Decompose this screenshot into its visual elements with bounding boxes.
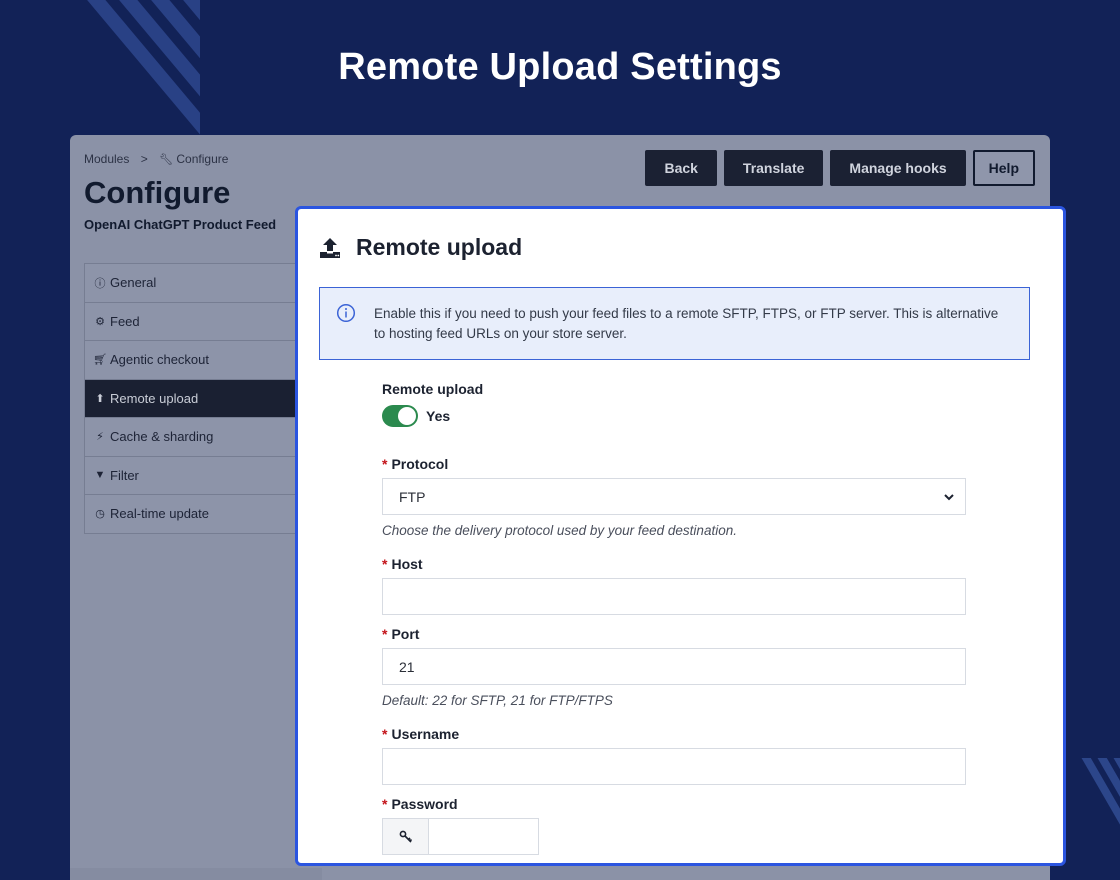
password-label: * Password [382, 796, 458, 812]
toolbar: Back Translate Manage hooks Help [645, 150, 1035, 186]
port-field: * Port 21 Default: 22 for SFTP, 21 for FT… [382, 626, 968, 708]
admin-subtitle: OpenAI ChatGPT Product Feed [84, 217, 277, 232]
translate-button[interactable]: Translate [723, 150, 824, 186]
nav-item-label: Agentic checkout [110, 352, 210, 368]
wrench-icon: 🔧︎ [159, 154, 174, 166]
nav-item-cache-sharding[interactable]: ⚡︎ Cache & sharding [84, 418, 296, 457]
username-input[interactable] [382, 748, 966, 785]
gears-icon: ⚙ [95, 315, 105, 328]
admin-title: Configure [84, 175, 231, 210]
help-button[interactable]: Help [972, 150, 1035, 186]
nav-item-agentic-checkout[interactable]: 🛒︎ Agentic checkout [84, 341, 296, 380]
host-field: * Host [382, 556, 968, 615]
nav-item-filter[interactable]: ▼︎ Filter [84, 456, 296, 495]
remote-upload-modal: Remote upload Enable this if you need to… [295, 206, 1066, 866]
password-addon [382, 818, 429, 855]
protocol-help: Choose the delivery protocol used by you… [382, 523, 737, 538]
breadcrumb-modules[interactable]: Modules [84, 152, 129, 166]
nav-item-general[interactable]: ⓘ General [84, 264, 296, 303]
nav-item-feed[interactable]: ⚙ Feed [84, 302, 296, 341]
manage-hooks-button[interactable]: Manage hooks [830, 150, 966, 186]
side-nav: ⓘ General ⚙ Feed 🛒︎ Agentic checkout ⬆︎ … [84, 263, 296, 534]
info-circle-icon: ⓘ [94, 277, 106, 290]
breadcrumb-separator: > [140, 152, 148, 166]
upload-icon: ⬆︎ [95, 392, 105, 405]
protocol-select-value: FTP [399, 488, 426, 505]
decorative-stripes-bottom-right [1064, 758, 1120, 848]
protocol-field: * Protocol FTP Choose the delivery protoc… [382, 456, 968, 538]
remote-upload-field: Remote upload Yes [382, 381, 968, 427]
port-help: Default: 22 for SFTP, 21 for FTP/FTPS [382, 693, 613, 708]
protocol-select[interactable]: FTP [382, 478, 966, 515]
page-title: Remote Upload Settings [338, 46, 782, 88]
protocol-label: * Protocol [382, 456, 449, 472]
nav-item-label: General [110, 275, 157, 291]
modal-header: Remote upload [318, 234, 522, 261]
key-icon [399, 830, 412, 843]
info-text: Enable this if you need to push your fee… [374, 306, 999, 341]
nav-item-label: Cache & sharding [110, 429, 214, 445]
cart-icon: 🛒︎ [93, 354, 107, 367]
host-input[interactable] [382, 578, 966, 615]
password-input-group [382, 818, 968, 855]
modal-title: Remote upload [356, 234, 523, 260]
nav-item-label: Remote upload [110, 390, 199, 406]
upload-icon [320, 237, 340, 258]
password-input[interactable] [429, 818, 539, 855]
remote-upload-toggle[interactable] [382, 405, 418, 427]
remote-upload-label: Remote upload [382, 381, 484, 397]
admin-bottom-area [70, 868, 322, 880]
filter-icon: ▼︎ [94, 469, 106, 482]
info-alert: Enable this if you need to push your fee… [319, 287, 1030, 360]
nav-item-real-time-update[interactable]: ◷ Real-time update [84, 495, 296, 534]
host-label: * Host [382, 556, 423, 572]
bolt-icon: ⚡︎ [96, 431, 104, 444]
breadcrumb-configure: Configure [176, 152, 229, 166]
username-field: * Username [382, 726, 968, 785]
password-field: * Password [382, 796, 968, 855]
port-input[interactable]: 21 [382, 648, 966, 685]
clock-icon: ◷ [95, 508, 105, 521]
port-label: * Port [382, 626, 420, 642]
nav-item-label: Real-time update [110, 506, 209, 522]
remote-upload-switch-row: Yes [382, 405, 968, 427]
chevron-down-icon [944, 493, 954, 500]
breadcrumb: Modules > 🔧︎ Configure [84, 152, 228, 166]
nav-item-label: Feed [110, 313, 140, 329]
nav-item-label: Filter [110, 467, 139, 483]
username-label: * Username [382, 726, 460, 742]
nav-item-remote-upload[interactable]: ⬆︎ Remote upload [84, 379, 296, 418]
remote-upload-toggle-label: Yes [426, 408, 451, 424]
info-icon [336, 303, 356, 323]
back-button[interactable]: Back [645, 150, 717, 186]
